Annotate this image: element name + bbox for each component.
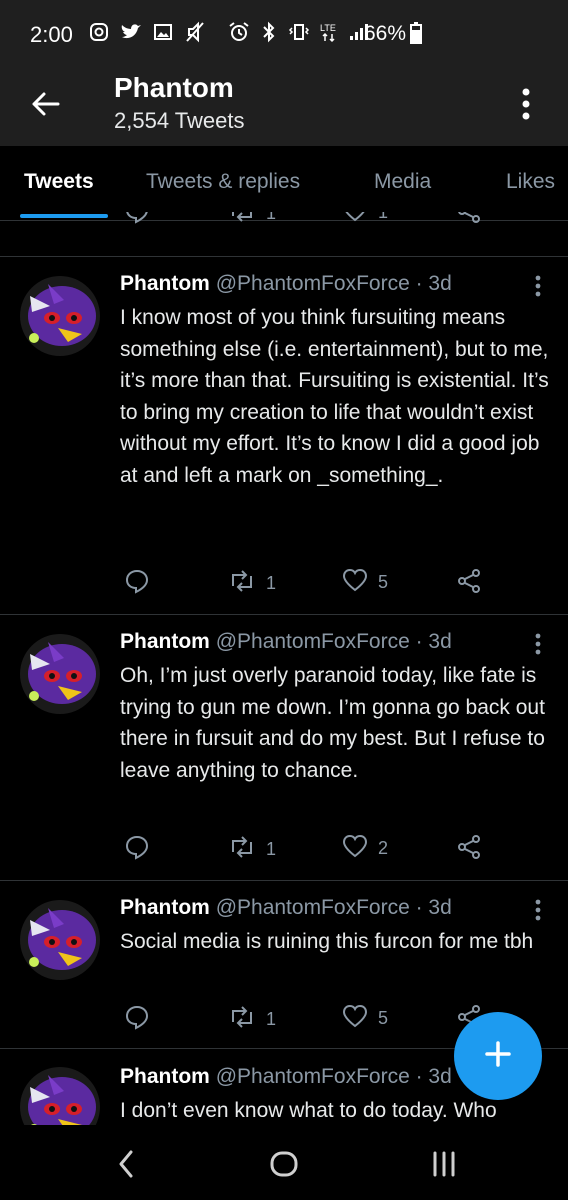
reply-icon[interactable] — [124, 1004, 150, 1030]
page-title: Phantom — [114, 72, 234, 103]
tab-tweets[interactable]: Tweets — [24, 170, 94, 194]
gallery-icon — [152, 20, 174, 44]
avatar[interactable] — [20, 634, 100, 714]
back-arrow-icon[interactable] — [28, 86, 64, 122]
battery-icon — [410, 22, 422, 49]
retweet-count: 1 — [266, 573, 277, 593]
like-icon — [342, 568, 368, 597]
tweet-count: 2,554 Tweets — [114, 108, 245, 133]
display-name[interactable]: Phantom — [120, 630, 210, 653]
display-name[interactable]: Phantom — [120, 1065, 210, 1088]
like-icon — [342, 212, 368, 227]
profile-header: Phantom 2,554 Tweets — [0, 68, 568, 146]
nav-home-icon[interactable] — [264, 1147, 304, 1181]
divider — [0, 880, 568, 881]
avatar[interactable] — [20, 1067, 100, 1125]
vibrate-icon — [288, 20, 310, 44]
tweet-text: Social media is ruining this furcon for … — [120, 930, 534, 953]
like-count: 5 — [378, 1008, 389, 1028]
tweet-text: I don’t even know what to do today. Who — [120, 1099, 497, 1122]
handle-time: @PhantomFoxForce · 3d — [215, 896, 452, 919]
tab-likes[interactable]: Likes — [506, 170, 555, 194]
battery-level: 66% — [364, 22, 407, 45]
compose-tweet-button[interactable] — [454, 1012, 542, 1100]
retweet-count: 1 — [266, 212, 277, 223]
retweet-icon — [228, 1004, 256, 1035]
retweet-icon — [228, 834, 256, 865]
avatar[interactable] — [20, 276, 100, 356]
overflow-menu-icon[interactable] — [512, 84, 540, 124]
retweet-count: 1 — [266, 839, 277, 859]
nav-back-icon[interactable] — [106, 1147, 146, 1181]
nav-recents-icon[interactable] — [424, 1147, 464, 1181]
bluetooth-icon — [258, 20, 280, 44]
handle-time: @PhantomFoxForce · 3d — [215, 630, 452, 653]
divider — [0, 614, 568, 615]
reply-icon[interactable] — [124, 212, 150, 224]
divider — [0, 256, 568, 257]
status-bar: 2:00 LTE 66% — [0, 0, 568, 68]
mute-icon — [184, 20, 206, 44]
tab-media[interactable]: Media — [374, 170, 431, 194]
like-icon — [342, 1004, 368, 1033]
alarm-icon — [228, 20, 250, 44]
svg-text:LTE: LTE — [320, 23, 336, 33]
share-icon[interactable] — [456, 834, 482, 860]
profile-tabs: Tweets Tweets & replies Media Likes — [0, 146, 568, 221]
reply-icon[interactable] — [124, 568, 150, 594]
handle-time: @PhantomFoxForce · 3d — [215, 1065, 452, 1088]
retweet-icon — [228, 568, 256, 599]
retweet-icon — [228, 212, 256, 229]
instagram-icon — [88, 20, 110, 44]
tweet-actions: 1 2 — [120, 834, 540, 864]
like-count: 2 — [378, 838, 389, 858]
status-time: 2:00 — [30, 22, 73, 47]
like-icon — [342, 834, 368, 863]
display-name[interactable]: Phantom — [120, 896, 210, 919]
share-icon[interactable] — [456, 568, 482, 594]
share-icon[interactable] — [456, 212, 482, 224]
tweet-text: Oh, I’m just overly paranoid today, like… — [120, 664, 545, 782]
like-count: 5 — [378, 572, 389, 592]
tab-tweets-replies[interactable]: Tweets & replies — [146, 170, 300, 194]
avatar[interactable] — [20, 900, 100, 980]
plus-icon — [482, 1038, 514, 1075]
lte-icon: LTE — [318, 20, 340, 44]
tweet-more-icon[interactable] — [528, 898, 548, 922]
previous-tweet-actions: 1 1 — [0, 212, 568, 242]
tweet-actions: 1 5 — [120, 568, 540, 598]
display-name[interactable]: Phantom — [120, 272, 210, 295]
tweet-more-icon[interactable] — [528, 274, 548, 298]
reply-icon[interactable] — [124, 834, 150, 860]
system-nav-bar — [0, 1125, 568, 1200]
twitter-icon — [120, 20, 142, 44]
handle-time: @PhantomFoxForce · 3d — [215, 272, 452, 295]
tweet-more-icon[interactable] — [528, 632, 548, 656]
retweet-count: 1 — [266, 1009, 277, 1029]
tweet-text: I know most of you think fursuiting mean… — [120, 306, 549, 487]
like-count: 1 — [378, 212, 389, 222]
